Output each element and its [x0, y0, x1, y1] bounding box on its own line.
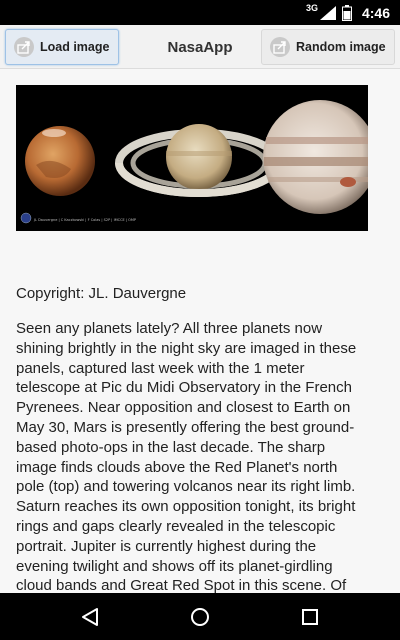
planets-image	[16, 85, 368, 231]
network-type: 3G	[305, 2, 318, 13]
apod-content[interactable]: JL Dauvergne | C Kaczkowski | F Colas | …	[16, 85, 368, 593]
observatory-logo	[20, 212, 32, 224]
back-icon[interactable]	[78, 605, 102, 629]
navigation-bar	[0, 593, 400, 640]
app-window: NasaApp Load image Random image JL Dauve…	[0, 25, 400, 593]
signal-icon	[319, 5, 336, 20]
mars-planet	[25, 126, 95, 196]
load-image-label: Load image	[40, 40, 110, 54]
status-icons: 3G 4:46	[302, 0, 390, 25]
load-image-button[interactable]: Load image	[5, 29, 119, 65]
random-image-icon	[270, 37, 290, 57]
toolbar: NasaApp Load image Random image	[0, 25, 400, 69]
explanation-text: Seen any planets lately? All three plane…	[16, 320, 357, 593]
home-icon[interactable]	[188, 605, 212, 629]
load-image-icon	[14, 37, 34, 57]
copyright-text: Copyright: JL. Dauvergne	[16, 285, 187, 302]
saturn-planet	[166, 124, 232, 190]
clock: 4:46	[361, 4, 390, 21]
image-credit: JL Dauvergne | C Kaczkowski | F Colas | …	[34, 218, 137, 222]
apod-image: JL Dauvergne | C Kaczkowski | F Colas | …	[16, 85, 368, 231]
random-image-label: Random image	[296, 40, 386, 54]
status-bar: 3G 4:46	[0, 0, 400, 25]
random-image-button[interactable]: Random image	[261, 29, 395, 65]
recents-icon[interactable]	[298, 605, 322, 629]
battery-icon	[341, 4, 352, 21]
